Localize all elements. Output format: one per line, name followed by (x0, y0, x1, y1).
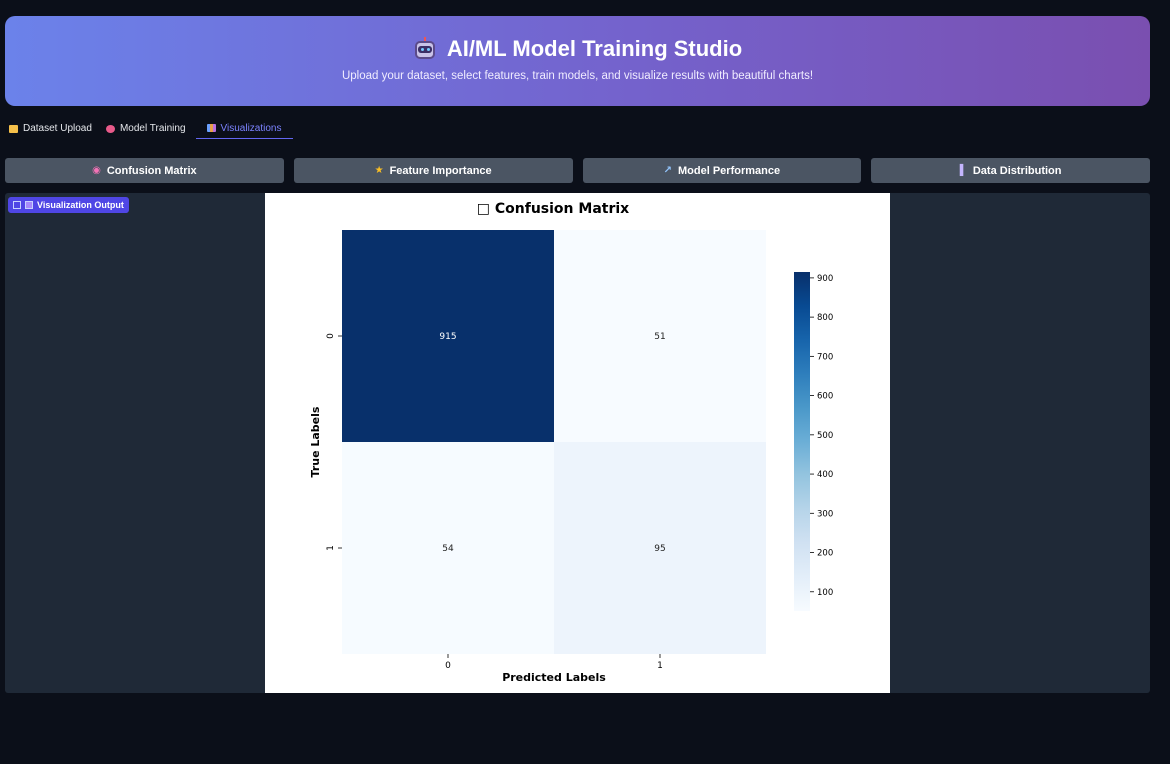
tab-visualizations[interactable]: Visualizations (195, 118, 293, 139)
button-label: Data Distribution (972, 164, 1062, 177)
confusion-matrix-svg: □ Confusion Matrix 915 51 54 95 0 1 0 1 Predicted… (309, 201, 833, 684)
colorbar-tick-label: 100 (817, 588, 833, 598)
tab-dataset-upload[interactable]: Dataset Upload (5, 118, 102, 139)
colorbar-tick-label: 500 (817, 431, 833, 441)
x-tick-label: 1 (657, 661, 663, 671)
cell-value-label: 95 (654, 544, 665, 554)
feature-importance-button[interactable]: ★ Feature Importance (293, 158, 573, 183)
star-icon: ★ (374, 165, 384, 176)
colorbar-tick-label: 200 (817, 549, 833, 559)
confusion-matrix-button[interactable]: ◉ Confusion Matrix (5, 158, 284, 183)
page-title: AI/ML Model Training Studio (5, 36, 1150, 62)
cell-value-label: 54 (442, 544, 454, 554)
bar-chart-icon (206, 124, 216, 132)
button-label: Confusion Matrix (106, 164, 197, 177)
colorbar-tick-label: 600 (817, 392, 833, 402)
target-icon: ◉ (92, 165, 101, 176)
cell-value-label: 51 (654, 332, 665, 342)
robot-icon (413, 37, 437, 61)
tab-model-training[interactable]: Model Training (102, 118, 196, 139)
tab-bar: Dataset Upload Model Training Visualizat… (5, 118, 293, 140)
y-axis-label: True Labels (309, 406, 322, 477)
colorbar (794, 272, 810, 611)
bar-chart-icon: ▌ (959, 165, 967, 176)
output-label-text: Visualization Output (37, 200, 124, 210)
model-performance-button[interactable]: ↗ Model Performance (582, 158, 862, 183)
page-subtitle: Upload your dataset, select features, tr… (341, 70, 814, 82)
button-label: Model Performance (678, 164, 781, 177)
colorbar-tick-label: 400 (817, 470, 833, 480)
line-chart-icon: ↗ (663, 165, 673, 176)
colorbar-tick-label: 300 (817, 509, 833, 519)
colorbar-tick-label: 700 (817, 352, 833, 362)
chart-title: □ Confusion Matrix (477, 201, 629, 217)
button-label: Feature Importance (389, 164, 492, 177)
target-icon (105, 124, 115, 133)
y-tick-label: 0 (326, 333, 336, 339)
line-chart-icon (13, 201, 21, 209)
app-header: AI/ML Model Training Studio Upload your … (5, 16, 1150, 106)
colorbar-tick-label: 800 (817, 313, 833, 323)
confusion-matrix-plot: □ Confusion Matrix 915 51 54 95 0 1 0 1 Predicted… (265, 193, 890, 693)
tab-label: Visualizations (220, 122, 282, 134)
bar-chart-icon (25, 201, 33, 209)
page-title-text: AI/ML Model Training Studio (446, 36, 743, 61)
visualization-output-label: Visualization Output (8, 197, 129, 213)
tab-label: Model Training (119, 123, 186, 134)
cell-value-label: 915 (439, 332, 456, 342)
x-tick-label: 0 (445, 661, 451, 671)
chart-button-row: ◉ Confusion Matrix ★ Feature Importance … (5, 158, 1150, 183)
data-distribution-button[interactable]: ▌ Data Distribution (871, 158, 1150, 183)
colorbar-tick-label: 900 (817, 274, 833, 284)
y-tick-label: 1 (326, 545, 336, 551)
tab-label: Dataset Upload (23, 123, 92, 134)
x-axis-label: Predicted Labels (502, 671, 606, 684)
folder-icon (9, 124, 18, 133)
